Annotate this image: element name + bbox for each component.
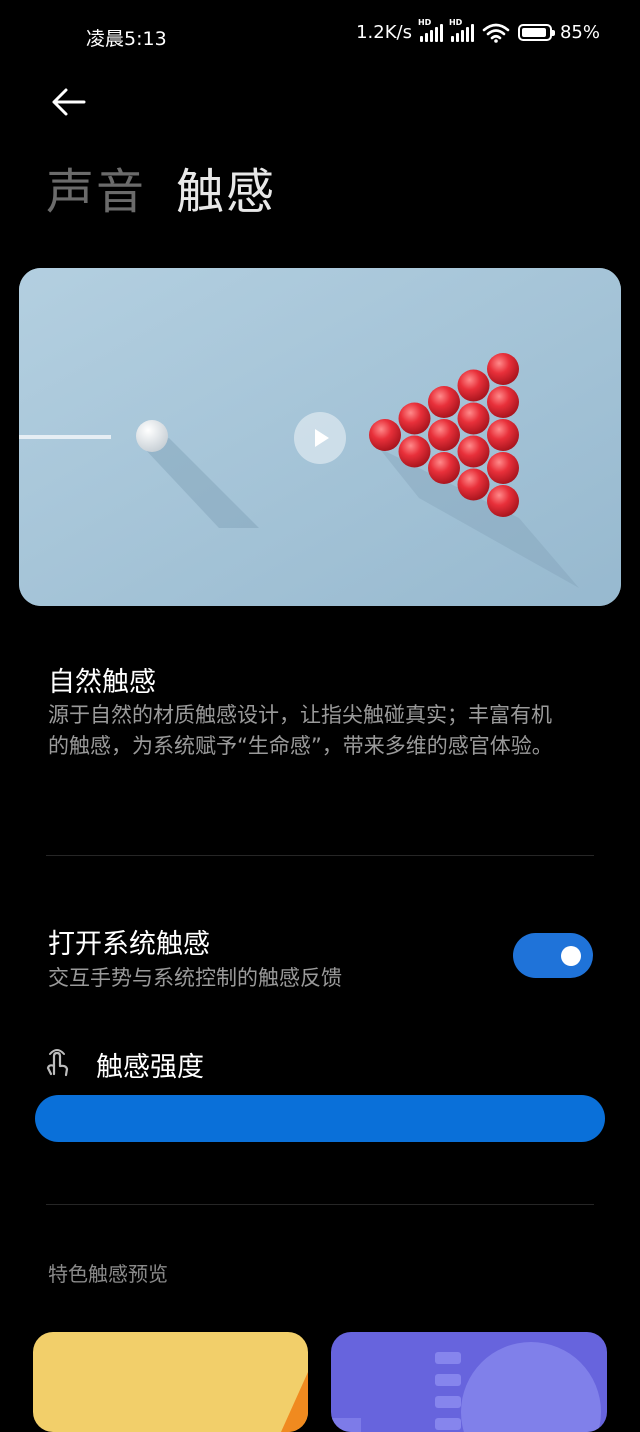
red-ball [398, 402, 431, 435]
preview-card-purple[interactable] [331, 1332, 607, 1432]
section-title: 自然触感 [48, 667, 156, 698]
red-ball [457, 402, 490, 435]
preview-section-label: 特色触感预览 [48, 1262, 168, 1286]
back-button[interactable] [44, 80, 94, 124]
signal-icon: HD [418, 18, 443, 42]
red-ball [487, 353, 519, 385]
card-decoration [281, 1372, 308, 1432]
status-time: 凌晨5:13 [86, 28, 167, 50]
red-ball [428, 419, 460, 451]
signal-icon: HD [449, 18, 474, 42]
wifi-icon [482, 23, 510, 43]
red-ball [457, 435, 490, 468]
red-ball [487, 386, 519, 418]
intensity-slider[interactable] [35, 1095, 605, 1142]
toggle-knob [561, 946, 581, 966]
red-ball [369, 419, 401, 451]
system-haptics-title: 打开系统触感 [48, 929, 210, 960]
system-haptics-subtitle: 交互手势与系统控制的触感反馈 [48, 966, 342, 990]
divider [46, 855, 594, 856]
network-speed: 1.2K/s [356, 22, 412, 43]
back-arrow-icon [52, 88, 86, 116]
red-ball [487, 485, 519, 517]
red-ball [487, 419, 519, 451]
intensity-label: 触感强度 [96, 1052, 204, 1083]
hd-label: HD [448, 17, 463, 27]
red-ball [487, 452, 519, 484]
red-ball [398, 435, 431, 468]
red-ball [457, 468, 490, 501]
touch-hand-icon [42, 1044, 72, 1078]
play-icon [315, 429, 329, 447]
tab-bar: 声音 触感 [46, 152, 276, 222]
section-description: 源于自然的材质触感设计，让指尖触碰真实；丰富有机的触感，为系统赋予“生命感”，带… [48, 703, 553, 758]
red-ball [428, 386, 460, 418]
tab-haptic[interactable]: 触感 [176, 152, 276, 222]
play-button[interactable] [294, 412, 346, 464]
preview-card-yellow[interactable] [33, 1332, 308, 1432]
status-indicators: 1.2K/s HD HD 85% [356, 18, 600, 44]
tab-sound[interactable]: 声音 [46, 152, 146, 222]
hd-label: HD [417, 17, 432, 27]
battery-percent: 85% [559, 22, 600, 43]
gear-icon [331, 1342, 601, 1432]
system-haptics-toggle[interactable] [513, 933, 593, 978]
red-ball [428, 452, 460, 484]
battery-icon [517, 24, 555, 41]
red-ball [457, 369, 490, 402]
divider [46, 1204, 594, 1205]
